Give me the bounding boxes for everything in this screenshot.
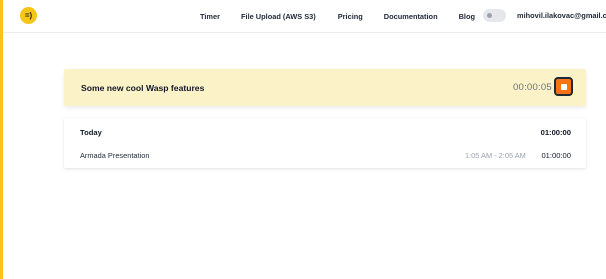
nav-link-file-upload[interactable]: File Upload (AWS S3): [241, 12, 316, 21]
group-date-label: Today: [80, 128, 102, 137]
entry-name[interactable]: Armada Presentation: [80, 151, 149, 160]
logo[interactable]: =): [20, 7, 37, 24]
entry-duration: 01:00:00: [541, 151, 571, 160]
logo-text: =): [24, 11, 33, 20]
main-nav: Timer File Upload (AWS S3) Pricing Docum…: [200, 0, 475, 33]
left-accent-bar: [0, 0, 3, 279]
active-task-title[interactable]: Some new cool Wasp features: [81, 83, 204, 93]
nav-link-timer[interactable]: Timer: [200, 12, 220, 21]
stop-timer-button[interactable]: [554, 77, 573, 96]
elapsed-time: 00:00:05: [513, 82, 552, 93]
active-timer-card: Some new cool Wasp features 00:00:05: [64, 69, 586, 106]
entry-time-range: 1:05 AM - 2:05 AM: [465, 151, 526, 160]
nav-link-documentation[interactable]: Documentation: [384, 12, 438, 21]
user-account-menu[interactable]: mihovil.ilakovac@gmail.com: [517, 11, 606, 20]
toggle-knob-icon: [487, 13, 492, 18]
time-entries-group: Today 01:00:00 Armada Presentation 1:05 …: [64, 118, 586, 168]
dark-mode-toggle[interactable]: [483, 9, 506, 22]
group-total-duration: 01:00:00: [540, 128, 571, 137]
nav-link-pricing[interactable]: Pricing: [338, 12, 363, 21]
stop-icon: [560, 83, 567, 90]
top-navbar: =) Timer File Upload (AWS S3) Pricing Do…: [3, 0, 606, 33]
nav-link-blog[interactable]: Blog: [459, 12, 475, 21]
